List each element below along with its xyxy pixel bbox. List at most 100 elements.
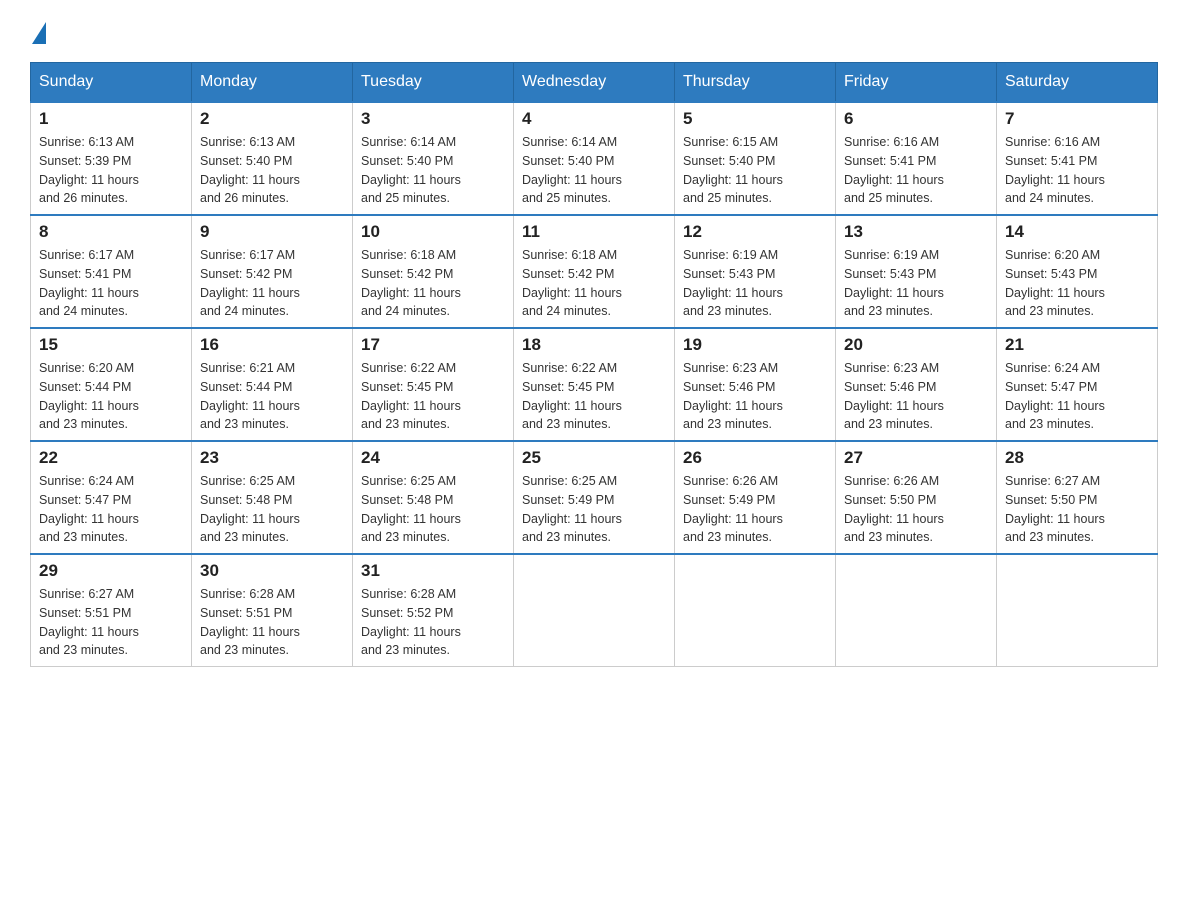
day-cell-31: 31 Sunrise: 6:28 AMSunset: 5:52 PMDayligh…: [353, 554, 514, 667]
day-cell-8: 8Sunrise: 6:17 AMSunset: 5:41 PMDaylight…: [31, 215, 192, 328]
week-row-4: 22 Sunrise: 6:24 AMSunset: 5:47 PMDayligh…: [31, 441, 1158, 554]
day-number: 13: [844, 222, 988, 242]
day-cell-1: 1 Sunrise: 6:13 AMSunset: 5:39 PMDaylight…: [31, 102, 192, 215]
day-number: 31: [361, 561, 505, 581]
day-number: 28: [1005, 448, 1149, 468]
day-number: 12: [683, 222, 827, 242]
day-number: 22: [39, 448, 183, 468]
day-number: 20: [844, 335, 988, 355]
day-info: Sunrise: 6:24 AMSunset: 5:47 PMDaylight:…: [39, 472, 183, 547]
day-cell-28: 28 Sunrise: 6:27 AMSunset: 5:50 PMDayligh…: [997, 441, 1158, 554]
day-cell-17: 17Sunrise: 6:22 AMSunset: 5:45 PMDayligh…: [353, 328, 514, 441]
day-cell-9: 9 Sunrise: 6:17 AMSunset: 5:42 PMDaylight…: [192, 215, 353, 328]
day-header-sunday: Sunday: [31, 63, 192, 103]
day-info: Sunrise: 6:18 AMSunset: 5:42 PMDaylight:…: [522, 246, 666, 321]
calendar-table: SundayMondayTuesdayWednesdayThursdayFrid…: [30, 62, 1158, 667]
day-info: Sunrise: 6:27 AMSunset: 5:50 PMDaylight:…: [1005, 472, 1149, 547]
day-number: 16: [200, 335, 344, 355]
day-info: Sunrise: 6:25 AMSunset: 5:49 PMDaylight:…: [522, 472, 666, 547]
day-header-monday: Monday: [192, 63, 353, 103]
day-info: Sunrise: 6:23 AMSunset: 5:46 PMDaylight:…: [844, 359, 988, 434]
day-cell-7: 7 Sunrise: 6:16 AMSunset: 5:41 PMDaylight…: [997, 102, 1158, 215]
day-number: 18: [522, 335, 666, 355]
day-number: 21: [1005, 335, 1149, 355]
day-cell-20: 20 Sunrise: 6:23 AMSunset: 5:46 PMDayligh…: [836, 328, 997, 441]
day-cell-11: 11 Sunrise: 6:18 AMSunset: 5:42 PMDayligh…: [514, 215, 675, 328]
day-number: 25: [522, 448, 666, 468]
day-cell-22: 22 Sunrise: 6:24 AMSunset: 5:47 PMDayligh…: [31, 441, 192, 554]
empty-cell: [514, 554, 675, 667]
empty-cell: [836, 554, 997, 667]
day-number: 1: [39, 109, 183, 129]
logo: [30, 20, 48, 42]
day-number: 3: [361, 109, 505, 129]
day-info: Sunrise: 6:13 AMSunset: 5:39 PMDaylight:…: [39, 133, 183, 208]
day-info: Sunrise: 6:28 AMSunset: 5:51 PMDaylight:…: [200, 585, 344, 660]
day-number: 11: [522, 222, 666, 242]
day-info: Sunrise: 6:17 AMSunset: 5:42 PMDaylight:…: [200, 246, 344, 321]
day-info: Sunrise: 6:28 AMSunset: 5:52 PMDaylight:…: [361, 585, 505, 660]
day-number: 5: [683, 109, 827, 129]
day-cell-15: 15 Sunrise: 6:20 AMSunset: 5:44 PMDayligh…: [31, 328, 192, 441]
day-info: Sunrise: 6:20 AMSunset: 5:43 PMDaylight:…: [1005, 246, 1149, 321]
day-info: Sunrise: 6:24 AMSunset: 5:47 PMDaylight:…: [1005, 359, 1149, 434]
week-row-5: 29Sunrise: 6:27 AMSunset: 5:51 PMDayligh…: [31, 554, 1158, 667]
logo-triangle-icon: [32, 22, 46, 44]
day-info: Sunrise: 6:19 AMSunset: 5:43 PMDaylight:…: [844, 246, 988, 321]
day-info: Sunrise: 6:23 AMSunset: 5:46 PMDaylight:…: [683, 359, 827, 434]
day-header-saturday: Saturday: [997, 63, 1158, 103]
day-cell-3: 3 Sunrise: 6:14 AMSunset: 5:40 PMDaylight…: [353, 102, 514, 215]
day-number: 27: [844, 448, 988, 468]
day-info: Sunrise: 6:19 AMSunset: 5:43 PMDaylight:…: [683, 246, 827, 321]
day-cell-21: 21 Sunrise: 6:24 AMSunset: 5:47 PMDayligh…: [997, 328, 1158, 441]
day-header-wednesday: Wednesday: [514, 63, 675, 103]
page-header: [30, 20, 1158, 42]
day-number: 23: [200, 448, 344, 468]
day-number: 30: [200, 561, 344, 581]
day-cell-13: 13 Sunrise: 6:19 AMSunset: 5:43 PMDayligh…: [836, 215, 997, 328]
week-row-3: 15 Sunrise: 6:20 AMSunset: 5:44 PMDayligh…: [31, 328, 1158, 441]
day-info: Sunrise: 6:17 AMSunset: 5:41 PMDaylight:…: [39, 246, 183, 321]
day-number: 15: [39, 335, 183, 355]
day-cell-5: 5Sunrise: 6:15 AMSunset: 5:40 PMDaylight…: [675, 102, 836, 215]
day-number: 7: [1005, 109, 1149, 129]
day-cell-25: 25 Sunrise: 6:25 AMSunset: 5:49 PMDayligh…: [514, 441, 675, 554]
day-cell-19: 19Sunrise: 6:23 AMSunset: 5:46 PMDayligh…: [675, 328, 836, 441]
day-info: Sunrise: 6:27 AMSunset: 5:51 PMDaylight:…: [39, 585, 183, 660]
day-info: Sunrise: 6:18 AMSunset: 5:42 PMDaylight:…: [361, 246, 505, 321]
day-info: Sunrise: 6:16 AMSunset: 5:41 PMDaylight:…: [1005, 133, 1149, 208]
day-header-thursday: Thursday: [675, 63, 836, 103]
day-cell-30: 30 Sunrise: 6:28 AMSunset: 5:51 PMDayligh…: [192, 554, 353, 667]
day-cell-10: 10 Sunrise: 6:18 AMSunset: 5:42 PMDayligh…: [353, 215, 514, 328]
day-cell-14: 14Sunrise: 6:20 AMSunset: 5:43 PMDayligh…: [997, 215, 1158, 328]
day-info: Sunrise: 6:20 AMSunset: 5:44 PMDaylight:…: [39, 359, 183, 434]
day-info: Sunrise: 6:26 AMSunset: 5:50 PMDaylight:…: [844, 472, 988, 547]
empty-cell: [675, 554, 836, 667]
day-number: 17: [361, 335, 505, 355]
day-cell-29: 29Sunrise: 6:27 AMSunset: 5:51 PMDayligh…: [31, 554, 192, 667]
day-number: 2: [200, 109, 344, 129]
day-cell-4: 4Sunrise: 6:14 AMSunset: 5:40 PMDaylight…: [514, 102, 675, 215]
day-info: Sunrise: 6:21 AMSunset: 5:44 PMDaylight:…: [200, 359, 344, 434]
day-info: Sunrise: 6:14 AMSunset: 5:40 PMDaylight:…: [361, 133, 505, 208]
day-info: Sunrise: 6:25 AMSunset: 5:48 PMDaylight:…: [200, 472, 344, 547]
week-row-2: 8Sunrise: 6:17 AMSunset: 5:41 PMDaylight…: [31, 215, 1158, 328]
day-cell-6: 6Sunrise: 6:16 AMSunset: 5:41 PMDaylight…: [836, 102, 997, 215]
day-info: Sunrise: 6:22 AMSunset: 5:45 PMDaylight:…: [522, 359, 666, 434]
days-header-row: SundayMondayTuesdayWednesdayThursdayFrid…: [31, 63, 1158, 103]
week-row-1: 1 Sunrise: 6:13 AMSunset: 5:39 PMDaylight…: [31, 102, 1158, 215]
day-info: Sunrise: 6:25 AMSunset: 5:48 PMDaylight:…: [361, 472, 505, 547]
day-cell-12: 12 Sunrise: 6:19 AMSunset: 5:43 PMDayligh…: [675, 215, 836, 328]
day-info: Sunrise: 6:16 AMSunset: 5:41 PMDaylight:…: [844, 133, 988, 208]
day-cell-23: 23 Sunrise: 6:25 AMSunset: 5:48 PMDayligh…: [192, 441, 353, 554]
day-info: Sunrise: 6:14 AMSunset: 5:40 PMDaylight:…: [522, 133, 666, 208]
day-number: 9: [200, 222, 344, 242]
day-info: Sunrise: 6:13 AMSunset: 5:40 PMDaylight:…: [200, 133, 344, 208]
day-header-friday: Friday: [836, 63, 997, 103]
day-cell-26: 26Sunrise: 6:26 AMSunset: 5:49 PMDayligh…: [675, 441, 836, 554]
day-cell-16: 16 Sunrise: 6:21 AMSunset: 5:44 PMDayligh…: [192, 328, 353, 441]
day-number: 26: [683, 448, 827, 468]
day-cell-18: 18 Sunrise: 6:22 AMSunset: 5:45 PMDayligh…: [514, 328, 675, 441]
day-cell-27: 27 Sunrise: 6:26 AMSunset: 5:50 PMDayligh…: [836, 441, 997, 554]
day-number: 10: [361, 222, 505, 242]
